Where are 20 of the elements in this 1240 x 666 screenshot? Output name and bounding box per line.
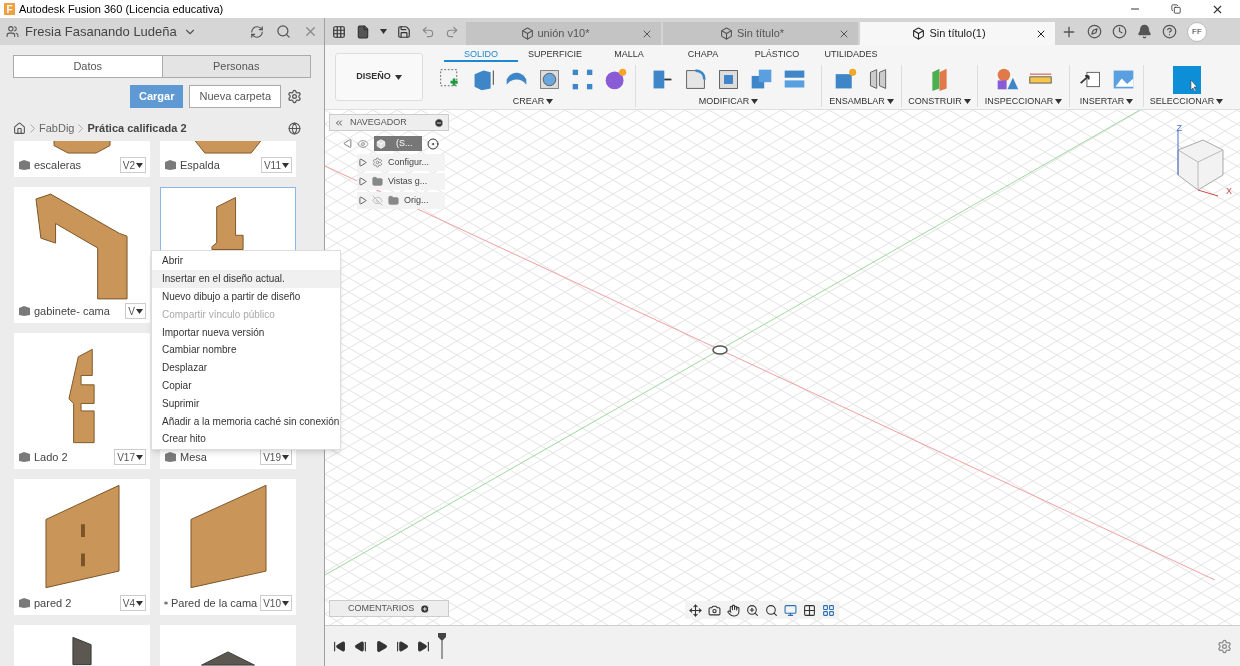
- tab-label: unión v10*: [537, 26, 590, 42]
- tree-label: Vistas g...: [388, 174, 428, 188]
- file-name: Mesa: [180, 449, 208, 465]
- file-name: Pared de la cama: [171, 595, 258, 611]
- tree-label: (S...: [396, 136, 413, 150]
- file-name: pared 2: [34, 595, 73, 611]
- tab-label: Sin título*: [736, 26, 785, 42]
- axis-label: Z: [1176, 122, 1182, 135]
- tree-label: Orig...: [404, 193, 429, 207]
- file-name: gabinete- cama: [34, 303, 111, 319]
- window-title: Autodesk Fusion 360 (Licencia educativa): [19, 1, 224, 17]
- tab-label: Sin título(1): [929, 26, 986, 42]
- axis-label: X: [1226, 185, 1232, 198]
- file-name: Lado 2: [34, 449, 69, 465]
- tree-label: Configur...: [388, 155, 430, 169]
- file-name: Espalda: [180, 157, 221, 173]
- file-name: escaleras: [34, 157, 83, 173]
- navigator-title: NAVEGADOR: [350, 115, 408, 129]
- comments-title: COMENTARIOS: [348, 601, 415, 615]
- app-logo: F: [4, 3, 15, 15]
